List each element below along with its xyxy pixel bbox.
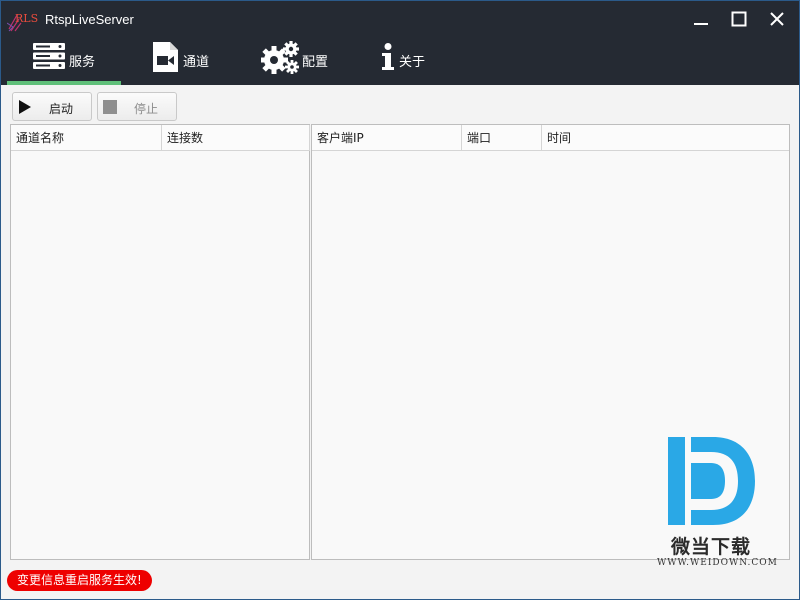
top-bar: RLS RtspLiveServer 服务 通道 配置 关于 bbox=[1, 1, 799, 85]
stop-icon bbox=[103, 100, 117, 114]
start-label: 启动 bbox=[49, 102, 74, 116]
close-icon bbox=[770, 12, 784, 26]
tab-about[interactable]: 关于 bbox=[379, 37, 439, 85]
play-icon bbox=[19, 100, 31, 114]
minimize-icon bbox=[694, 23, 708, 25]
server-icon bbox=[33, 43, 65, 72]
tab-channel[interactable]: 通道 bbox=[147, 37, 217, 85]
clients-table-header: 客户端IP 端口 时间 bbox=[312, 125, 789, 151]
column-header-connections[interactable]: 连接数 bbox=[162, 125, 310, 151]
main-nav: 服务 通道 配置 关于 bbox=[1, 37, 799, 85]
minimize-button[interactable] bbox=[685, 7, 717, 31]
channels-table-header: 通道名称 连接数 bbox=[11, 125, 310, 151]
watermark-url: WWW.WEIDOWN.COM bbox=[657, 558, 778, 568]
status-badge: 变更信息重启服务生效! bbox=[7, 570, 152, 591]
tab-about-label: 关于 bbox=[399, 55, 426, 70]
tab-service-label: 服务 bbox=[69, 55, 96, 70]
column-header-client-ip[interactable]: 客户端IP bbox=[312, 125, 462, 151]
maximize-icon bbox=[731, 11, 747, 27]
watermark-text: 微当下载 bbox=[671, 536, 752, 558]
tab-config[interactable]: 配置 bbox=[260, 37, 341, 85]
video-camera-icon bbox=[151, 41, 179, 76]
app-logo: RLS bbox=[6, 7, 39, 33]
column-header-time[interactable]: 时间 bbox=[542, 125, 790, 151]
maximize-button[interactable] bbox=[723, 7, 755, 31]
column-header-port[interactable]: 端口 bbox=[462, 125, 542, 151]
tab-channel-label: 通道 bbox=[183, 55, 210, 70]
logo-text: RLS bbox=[15, 12, 38, 25]
stop-label: 停止 bbox=[134, 102, 159, 116]
info-icon bbox=[381, 43, 395, 74]
toolbar: 启动 停止 bbox=[1, 85, 799, 123]
tab-config-label: 配置 bbox=[302, 55, 329, 70]
close-button[interactable] bbox=[761, 7, 793, 31]
tab-service[interactable]: 服务 bbox=[7, 37, 121, 85]
start-button[interactable]: 启动 bbox=[12, 92, 92, 121]
gears-icon bbox=[260, 41, 299, 78]
app-window: RLS RtspLiveServer 服务 通道 配置 关于 启动 停止 通道名… bbox=[0, 0, 800, 600]
column-header-channel-name[interactable]: 通道名称 bbox=[11, 125, 162, 151]
title-bar[interactable]: RLS RtspLiveServer bbox=[1, 1, 799, 37]
stop-button[interactable]: 停止 bbox=[97, 92, 177, 121]
window-title: RtspLiveServer bbox=[45, 12, 134, 27]
channels-table[interactable]: 通道名称 连接数 bbox=[10, 124, 310, 560]
